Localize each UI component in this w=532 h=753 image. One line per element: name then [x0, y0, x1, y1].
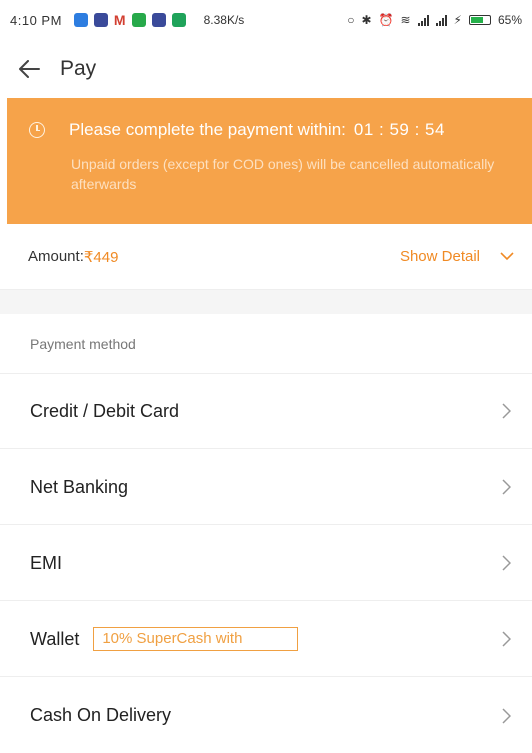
status-bar: 4:10 PM M 8.38K/s ○ ✱ ⏰ ≋ ⚡ 65% [0, 0, 532, 40]
chevron-right-icon [502, 631, 516, 647]
notification-app-icon [93, 13, 108, 27]
chevron-right-icon [502, 479, 516, 495]
payment-countdown-banner: Please complete the payment within: 01 :… [7, 98, 532, 224]
notification-app-icon [151, 13, 166, 27]
show-detail-label: Show Detail [399, 248, 480, 265]
show-detail-button[interactable]: Show Detail [400, 248, 514, 265]
payment-method-label: EMI [30, 552, 63, 573]
amount-value: ₹449 [83, 248, 119, 266]
chevron-right-icon [502, 707, 516, 724]
network-speed: 8.38K/s [203, 13, 245, 27]
alarm-icon: ⏰ [378, 13, 394, 27]
section-spacer [0, 290, 532, 314]
payment-method-emi[interactable]: EMI [0, 526, 532, 601]
payment-method-credit-debit-card[interactable]: Credit / Debit Card [0, 374, 532, 449]
amount-row: Amount: ₹449 Show Detail [0, 224, 532, 290]
signal-icon [435, 14, 447, 26]
supercash-badge: 10% SuperCash with [93, 627, 299, 651]
countdown-timer: 01 : 59 : 54 [353, 120, 445, 139]
bluetooth-icon: ✱ [361, 13, 372, 27]
chevron-down-icon [500, 250, 514, 264]
payment-method-net-banking[interactable]: Net Banking [0, 450, 532, 525]
sync-icon: ○ [347, 13, 355, 27]
payment-method-cash-on-delivery[interactable]: Cash On Delivery [0, 678, 532, 753]
app-bar: Pay [0, 40, 532, 98]
payment-method-label: Wallet [30, 628, 80, 649]
wifi-icon: ≋ [400, 13, 411, 27]
battery-percent: 65% [497, 13, 522, 27]
banner-message: Please complete the payment within: [69, 120, 346, 139]
notification-app-icon [131, 13, 146, 27]
payment-method-label: Credit / Debit Card [30, 400, 180, 421]
amount-label: Amount: [28, 248, 84, 265]
status-time: 4:10 PM [10, 12, 62, 28]
clock-icon [29, 122, 45, 138]
page-title: Pay [60, 57, 97, 80]
notification-app-icon [171, 13, 186, 27]
payment-method-wallet[interactable]: Wallet 10% SuperCash with [0, 602, 532, 677]
signal-icon [417, 14, 429, 26]
charging-icon: ⚡ [453, 13, 462, 27]
notification-app-icon [73, 13, 88, 27]
payment-method-label: Net Banking [30, 476, 129, 497]
payment-method-label: Cash On Delivery [30, 705, 172, 725]
chevron-right-icon [502, 555, 516, 571]
banner-note: Unpaid orders (except for COD ones) will… [71, 156, 495, 192]
gmail-icon: M [113, 12, 126, 28]
arrow-left-icon[interactable] [18, 55, 46, 83]
chevron-right-icon [502, 403, 516, 419]
payment-method-title: Payment method [30, 336, 136, 352]
battery-icon [468, 15, 491, 25]
